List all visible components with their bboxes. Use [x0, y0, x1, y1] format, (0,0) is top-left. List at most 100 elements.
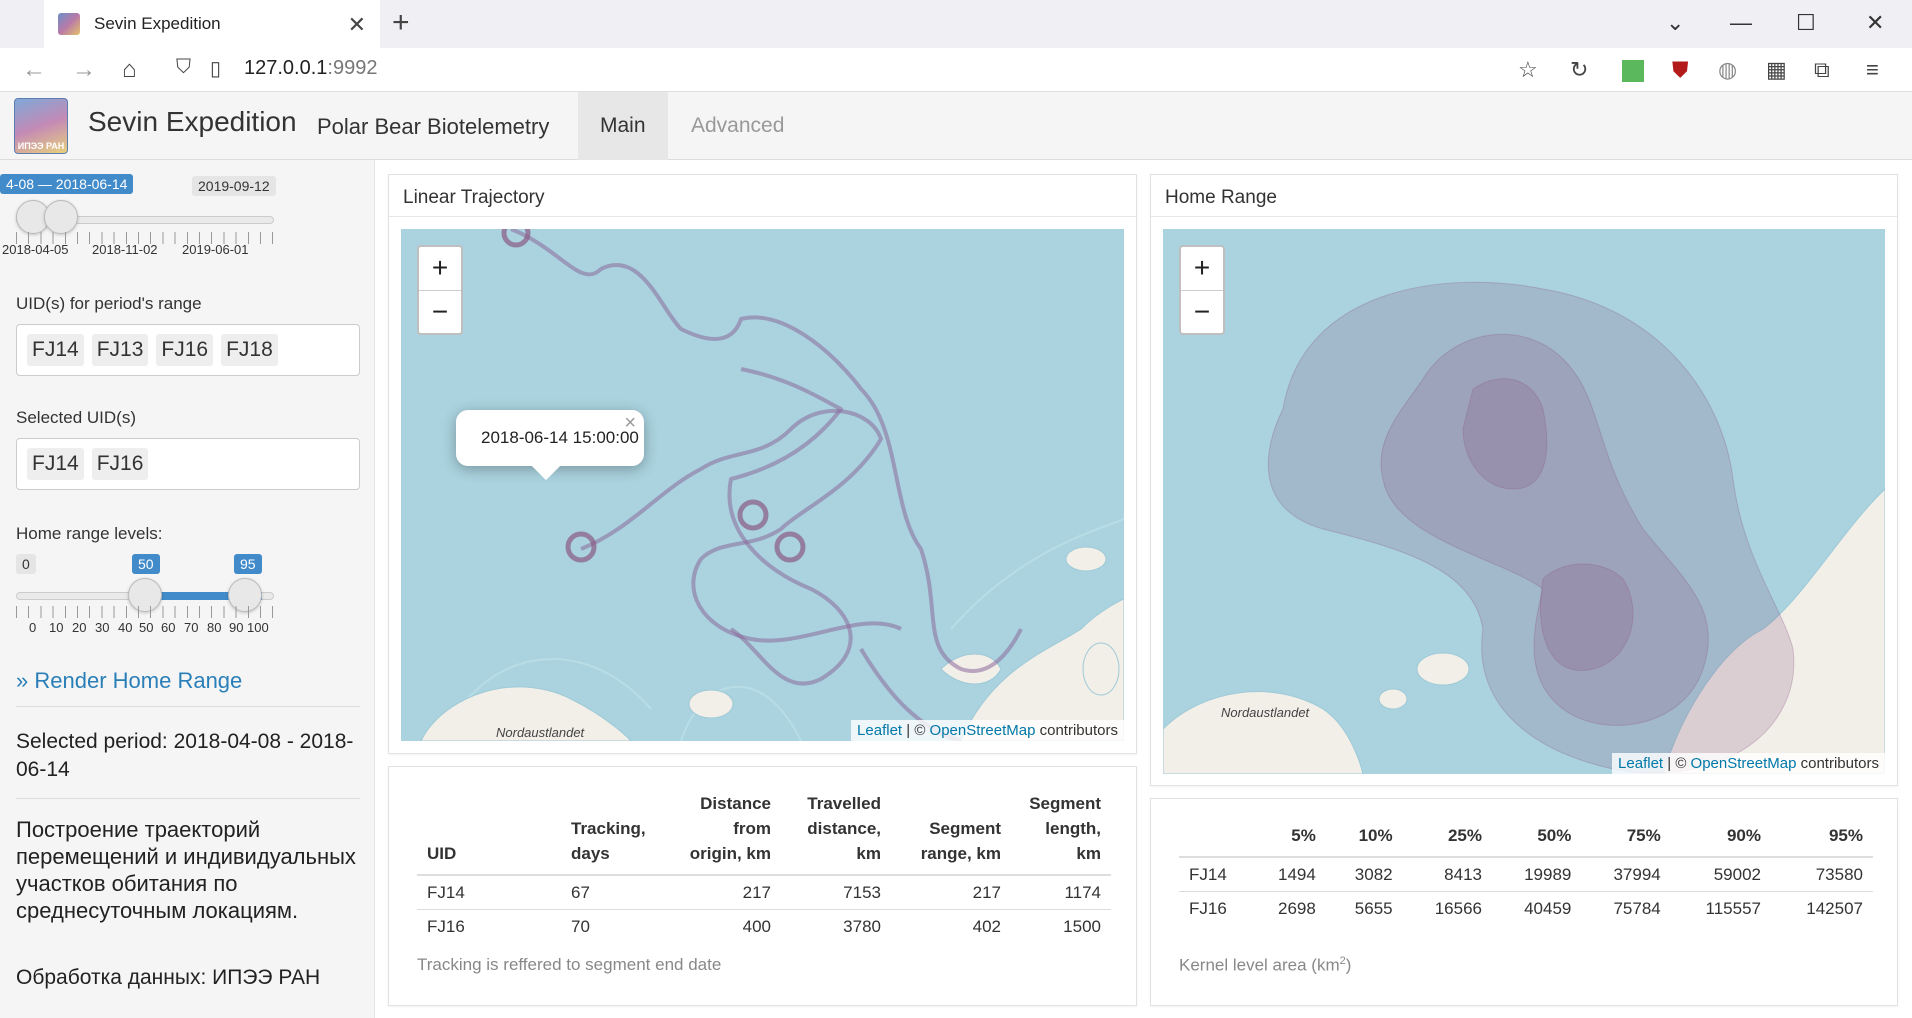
url-field[interactable]: 127.0.0.1:9992 [244, 57, 377, 80]
table-cell: 8413 [1402, 857, 1492, 892]
date-tick-label: 2019-06-01 [182, 242, 249, 257]
tracking-table: UID Tracking, days Distance from origin,… [417, 787, 1111, 943]
uid-chip[interactable]: FJ13 [91, 334, 149, 366]
app-navbar: ИПЭЭ РАН Sevin Expedition Polar Bear Bio… [0, 92, 1912, 160]
leaflet-link[interactable]: Leaflet [857, 722, 902, 739]
reload-icon[interactable]: ↻ [1570, 57, 1588, 83]
render-home-range-button[interactable]: » Render Home Range [16, 668, 242, 694]
table-cell: 142507 [1806, 899, 1863, 918]
uid-chip[interactable]: FJ14 [27, 334, 84, 366]
tab-list-icon[interactable]: ⌄ [1666, 10, 1684, 36]
uid-period-select[interactable]: FJ14 FJ13 FJ16 FJ18 [16, 324, 360, 376]
home-range-from-badge: 50 [132, 554, 160, 574]
location-marker [737, 499, 769, 531]
maximize-icon[interactable]: ☐ [1796, 10, 1816, 36]
home-range-tick-label: 40 [118, 620, 133, 635]
forward-icon[interactable]: → [72, 56, 96, 84]
osm-link[interactable]: OpenStreetMap [1691, 755, 1797, 772]
ublock-icon[interactable]: ⛊ [1672, 57, 1689, 83]
selected-uid-select[interactable]: FJ14 FJ16 [16, 438, 360, 490]
home-range-min-badge: 0 [16, 554, 36, 574]
uid-chip[interactable]: FJ14 [27, 448, 84, 480]
popup-close-icon[interactable]: × [624, 412, 636, 435]
tab-advanced[interactable]: Advanced [669, 92, 806, 160]
logo-text: ИПЭЭ РАН [17, 141, 65, 151]
app-subtitle: Polar Bear Biotelemetry [317, 114, 550, 139]
kernel-table: 5% 10% 25% 50% 75% 90% 95% FJ14 1494 308… [1179, 819, 1873, 925]
back-icon[interactable]: ← [22, 56, 46, 84]
brand-title[interactable]: Sevin Expedition [88, 106, 297, 138]
apps-grid-icon[interactable]: ▦ [1766, 57, 1787, 83]
table-cell: FJ16 [427, 917, 465, 936]
tab-close-icon[interactable]: ✕ [348, 12, 366, 38]
table-header-row: 5% 10% 25% 50% 75% 90% 95% [1179, 819, 1873, 858]
shield-icon[interactable]: ⛉ [176, 56, 191, 79]
page-info-icon[interactable]: ▯ [210, 56, 221, 81]
zoom-out-button[interactable]: − [419, 291, 461, 335]
table-cell: 5655 [1354, 899, 1393, 918]
description: Построение траекторий перемещений и инди… [16, 817, 356, 923]
uid-period-label: UID(s) for period's range [16, 294, 202, 313]
home-range-map-svg: Nordaustlandet [1163, 281, 1885, 774]
divider [16, 706, 360, 707]
leaflet-link[interactable]: Leaflet [1618, 755, 1663, 772]
extensions-icon[interactable]: ⧉ [1814, 57, 1830, 83]
home-range-tick-label: 20 [72, 620, 87, 635]
column-header: Segment length, km [1011, 787, 1111, 876]
uid-chip[interactable]: FJ18 [221, 334, 278, 366]
home-range-map[interactable]: Nordaustlandet + − Leaflet | © OpenStree… [1163, 229, 1885, 774]
table-row: FJ14 1494 3082 8413 19989 37994 59002 73… [1179, 857, 1873, 892]
landmass-island [1082, 642, 1120, 696]
uid-chip[interactable]: FJ16 [91, 448, 149, 480]
table-cell: 73580 [1771, 857, 1873, 892]
map-label-nordaustlandet: Nordaustlandet [1221, 705, 1311, 720]
date-tick-label: 2018-11-02 [92, 242, 158, 257]
home-range-tick-label: 90 [229, 620, 244, 635]
browser-tab[interactable]: Sevin Expedition ✕ [44, 0, 380, 48]
browser-tabbar: Sevin Expedition ✕ + ⌄ — ☐ ✕ [0, 0, 1912, 48]
landmass-island [1416, 652, 1470, 686]
table-header-row: UID Tracking, days Distance from origin,… [417, 787, 1111, 876]
uid-chip[interactable]: FJ16 [156, 334, 214, 366]
table-cell: 67 [561, 875, 671, 910]
home-icon[interactable]: ⌂ [122, 56, 137, 84]
date-slider-to-handle[interactable] [44, 200, 78, 234]
landmass-nordaustlandet [1163, 691, 1364, 774]
home-range-tick-label: 70 [184, 620, 199, 635]
table-cell: 400 [742, 917, 771, 936]
zoom-in-button[interactable]: + [1181, 247, 1223, 291]
map-attribution: Leaflet | © OpenStreetMap contributors [1612, 753, 1885, 774]
column-header: 5% [1249, 819, 1326, 858]
kernel-caption-suffix: ) [1345, 955, 1352, 975]
table-cell: 3780 [843, 917, 881, 936]
extension-green-icon[interactable] [1622, 60, 1644, 82]
zoom-in-button[interactable]: + [419, 247, 461, 291]
zoom-out-button[interactable]: − [1181, 291, 1223, 335]
table-row: FJ16 2698 5655 16566 40459 75784 115557 … [1179, 892, 1873, 926]
kernel-table-caption: Kernel level area (km2) [1179, 955, 1351, 976]
double-chevron-right-icon: » [16, 668, 29, 693]
trajectory-panel-title: Linear Trajectory [389, 175, 1136, 217]
popup-text: 2018-06-14 15:00:00 [481, 428, 639, 447]
table-cell: 59002 [1670, 857, 1771, 892]
globe-icon[interactable]: ◍ [1718, 57, 1737, 83]
date-tick-label: 2018-04-05 [2, 242, 69, 257]
table-cell: 217 [671, 875, 781, 910]
new-tab-icon[interactable]: + [392, 6, 410, 40]
osm-link[interactable]: OpenStreetMap [930, 722, 1036, 739]
home-range-tick-label: 60 [161, 620, 176, 635]
home-range-tick-label: 50 [139, 620, 154, 635]
column-header: 90% [1670, 819, 1771, 858]
trajectory-map[interactable]: Nordaustlandet + − 2018-06-14 15:00:00 ×… [401, 229, 1124, 741]
url-host: 127.0.0.1 [244, 57, 328, 79]
bookmark-star-icon[interactable]: ☆ [1518, 57, 1538, 83]
marker-popup: 2018-06-14 15:00:00 × [456, 410, 644, 481]
table-cell: 7153 [781, 875, 891, 910]
menu-icon[interactable]: ≡ [1866, 57, 1879, 83]
attribution-tail: contributors [1035, 722, 1118, 739]
table-cell: 1174 [1011, 875, 1111, 910]
window-close-icon[interactable]: ✕ [1866, 10, 1884, 36]
tab-main[interactable]: Main [578, 92, 668, 160]
home-range-tick-label: 100 [247, 620, 269, 635]
minimize-icon[interactable]: — [1730, 10, 1752, 36]
